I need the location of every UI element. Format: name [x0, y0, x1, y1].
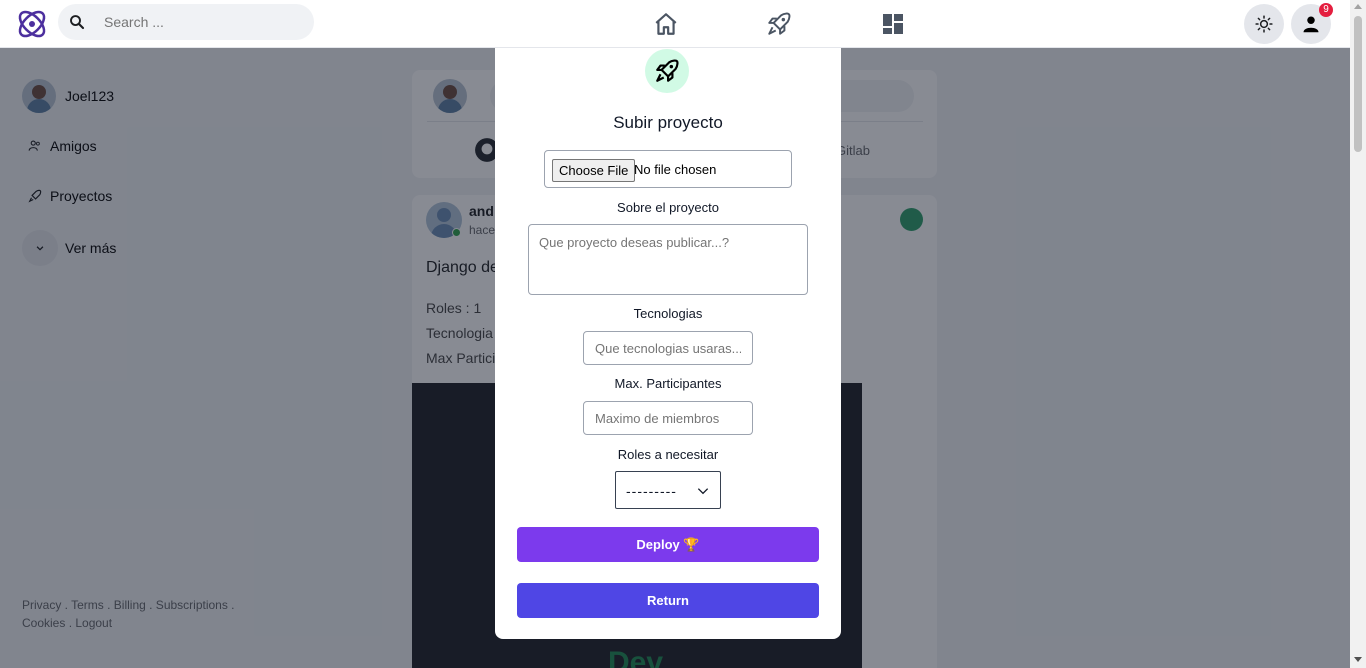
- search-bar[interactable]: [58, 4, 314, 40]
- return-button[interactable]: Return: [517, 583, 819, 618]
- technologies-label: Tecnologias: [633, 306, 703, 321]
- about-label: Sobre el proyecto: [617, 200, 719, 215]
- search-icon: [70, 15, 85, 30]
- user-icon: [1303, 16, 1319, 33]
- profile-menu-button[interactable]: 9: [1291, 3, 1333, 44]
- upload-project-modal: Subir proyecto Choose File No file chose…: [495, 48, 841, 639]
- sun-icon: [1255, 15, 1273, 33]
- dashboard-icon: [883, 14, 903, 34]
- top-navbar: 9: [0, 0, 1350, 48]
- about-textarea[interactable]: [528, 224, 808, 295]
- chevron-down-icon: [697, 488, 709, 495]
- scroll-up-arrow[interactable]: [1354, 4, 1362, 9]
- choose-file-button[interactable]: Choose File: [552, 159, 636, 182]
- max-participants-input[interactable]: [583, 401, 753, 435]
- modal-title: Subir proyecto: [613, 113, 723, 132]
- home-icon: [655, 13, 677, 35]
- nav-dashboard[interactable]: [878, 9, 908, 39]
- scroll-thumb[interactable]: [1354, 16, 1362, 152]
- max-participants-label: Max. Participantes: [614, 376, 722, 391]
- scroll-down-arrow[interactable]: [1354, 657, 1362, 662]
- rocket-icon: [656, 59, 679, 82]
- modal-header-icon: [645, 49, 689, 93]
- file-upload-field[interactable]: Choose File No file chosen: [544, 150, 792, 188]
- roles-select-value: ---------: [626, 483, 677, 499]
- nav-home[interactable]: [651, 9, 681, 39]
- app-logo-icon[interactable]: [14, 6, 50, 42]
- roles-select[interactable]: ---------: [615, 471, 721, 509]
- rocket-icon: [768, 12, 791, 35]
- scrollbar[interactable]: [1350, 0, 1366, 668]
- file-status-text: No file chosen: [634, 162, 717, 177]
- technologies-input[interactable]: [583, 331, 753, 365]
- roles-label: Roles a necesitar: [617, 447, 719, 462]
- notification-badge: 9: [1319, 3, 1333, 17]
- nav-projects[interactable]: [764, 9, 794, 39]
- search-input[interactable]: [104, 12, 304, 32]
- deploy-button[interactable]: Deploy 🏆: [517, 527, 819, 562]
- theme-toggle-button[interactable]: [1244, 4, 1284, 44]
